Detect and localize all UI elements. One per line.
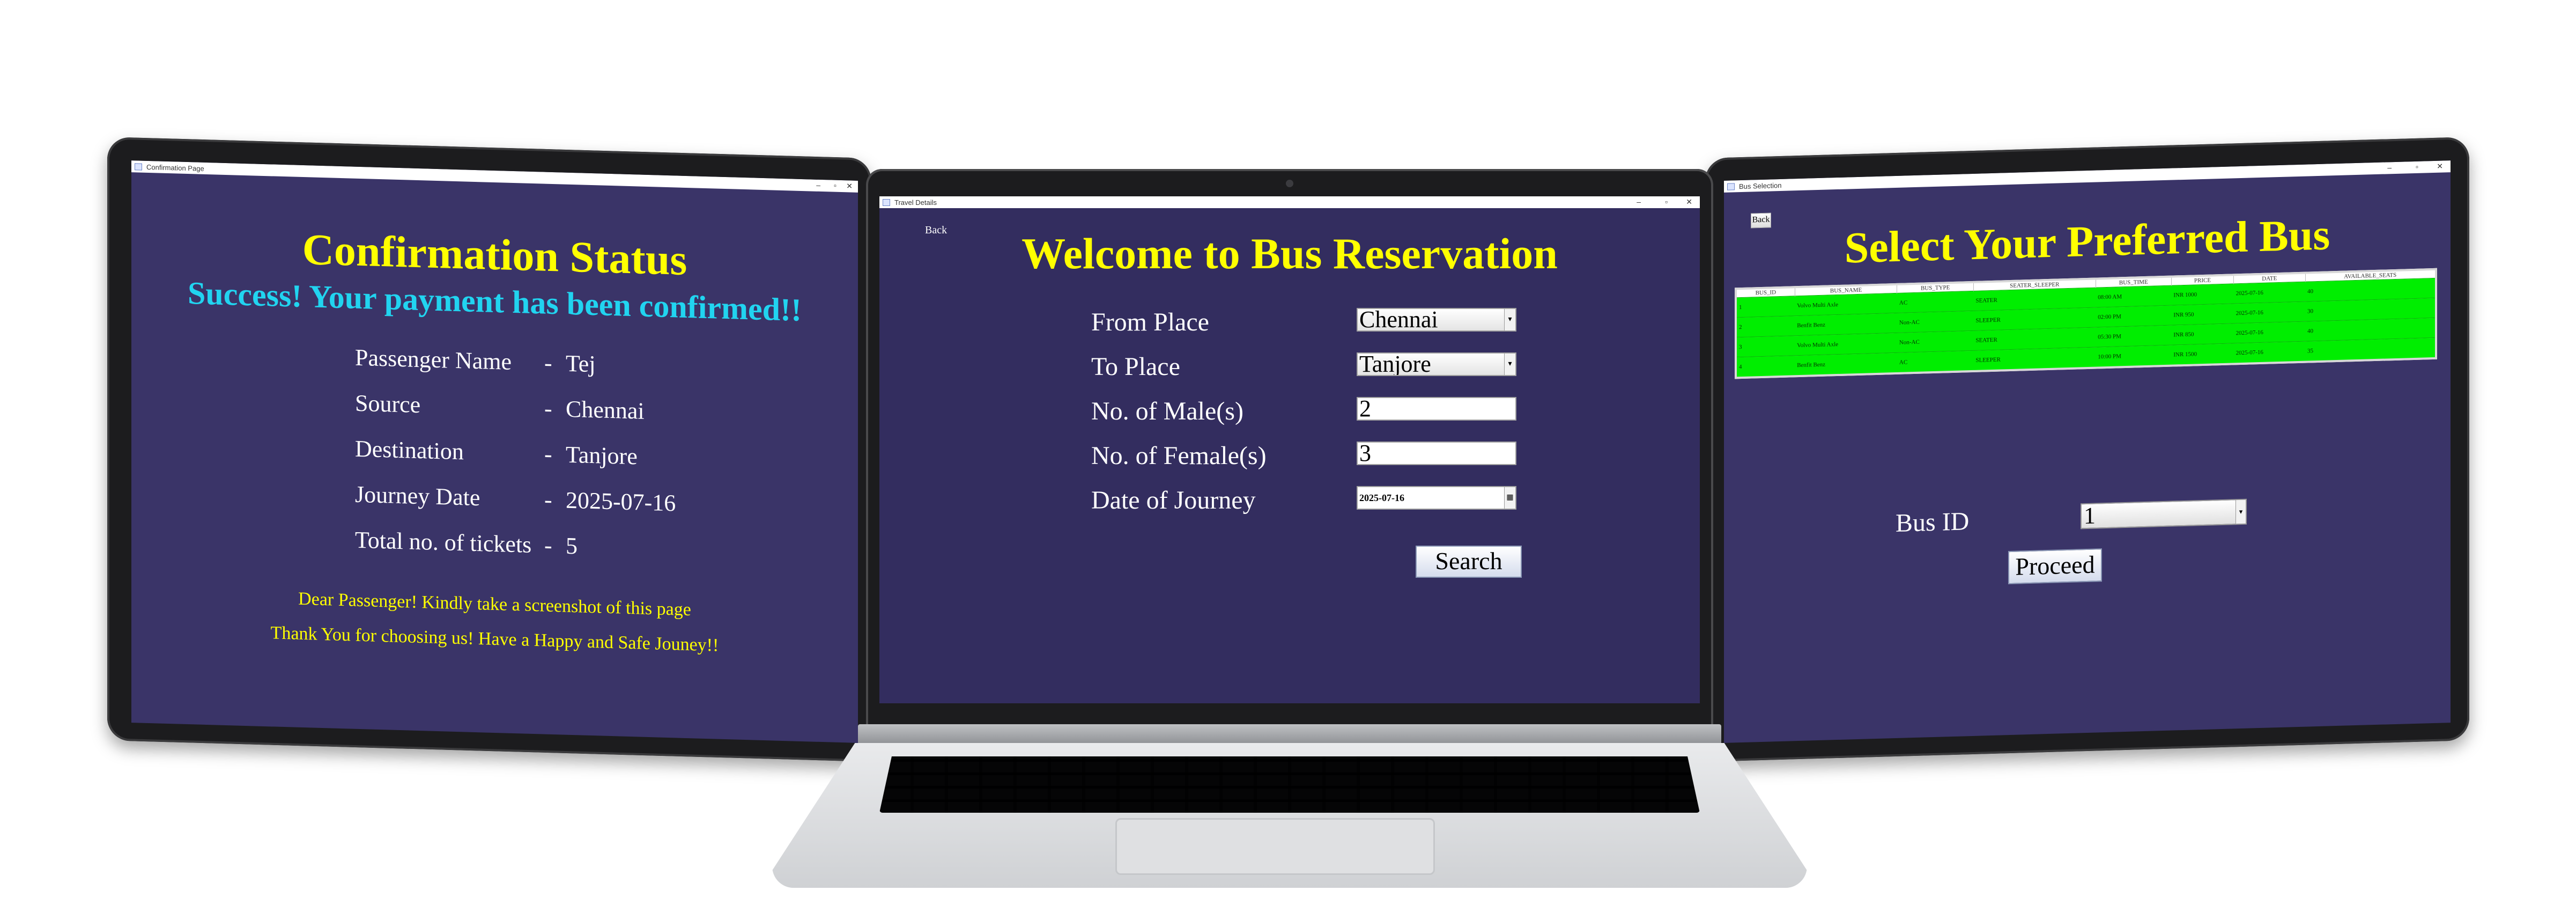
table-cell: SEATER [1973, 288, 2096, 311]
minimize-icon[interactable]: – [1637, 197, 1641, 206]
table-cell: 2025-07-16 [2233, 321, 2305, 343]
maximize-icon[interactable]: ▫ [1665, 197, 1668, 206]
from-place-select[interactable]: Chennai ▾ [1357, 308, 1516, 332]
field-label: Destination [355, 435, 464, 465]
table-cell: 3 [1736, 335, 1795, 357]
female-count-label: No. of Female(s) [1091, 442, 1267, 470]
table-cell: INR 1500 [2171, 343, 2234, 366]
maximize-icon[interactable]: ▫ [2416, 163, 2418, 171]
field-label: Passenger Name [355, 344, 512, 375]
screenshot-note: Dear Passenger! Kindly take a screenshot… [298, 588, 691, 620]
table-cell: 2 [1736, 315, 1795, 337]
table-cell: 2025-07-16 [2233, 282, 2305, 304]
laptop-hinge [858, 724, 1721, 745]
java-app-icon [883, 199, 890, 206]
from-place-value: Chennai [1359, 308, 1438, 332]
field-value: Chennai [566, 395, 645, 424]
from-place-label: From Place [1091, 308, 1209, 336]
field-separator: - [544, 532, 552, 558]
female-count-input[interactable]: 3 [1357, 442, 1516, 465]
calendar-icon[interactable]: ▦ [1504, 487, 1515, 509]
java-app-icon [1727, 183, 1735, 190]
select-bus-heading: Select Your Preferred Bus [1844, 210, 2330, 273]
bus-id-value: 1 [2084, 502, 2096, 529]
thank-you-note: Thank You for choosing us! Have a Happy … [270, 623, 719, 656]
male-count-input[interactable]: 2 [1357, 397, 1516, 421]
window-title: Travel Details [894, 198, 937, 207]
confirmation-window: Confirmation Page – ▫ ✕ Confirmation Sta… [131, 160, 858, 743]
table-cell: 35 [2305, 337, 2436, 362]
table-cell: 05:30 PM [2096, 325, 2172, 348]
minimize-icon[interactable]: – [816, 181, 820, 189]
field-label: Journey Date [355, 481, 480, 511]
welcome-heading: Welcome to Bus Reservation [1021, 229, 1558, 278]
table-cell: Benfit Benz [1795, 352, 1897, 377]
chevron-down-icon[interactable]: ▾ [2236, 499, 2246, 524]
webcam-icon [1286, 180, 1293, 187]
table-cell: Benfit Benz [1795, 313, 1897, 336]
bus-selection-window: Bus Selection – ▫ ✕ Back Select Your Pre… [1724, 160, 2451, 743]
field-separator: - [544, 486, 552, 513]
table-cell: 02:00 PM [2096, 305, 2172, 328]
maximize-icon[interactable]: ▫ [834, 181, 837, 190]
to-place-select[interactable]: Tanjore ▾ [1357, 352, 1516, 376]
close-icon[interactable]: ✕ [846, 181, 853, 190]
table-cell: AC [1897, 291, 1974, 313]
table-cell: INR 1000 [2171, 283, 2234, 306]
field-value: 2025-07-16 [566, 487, 676, 517]
table-cell: 4 [1736, 355, 1795, 378]
table-cell: AC [1897, 350, 1974, 373]
table-cell: 1 [1736, 296, 1795, 318]
table-cell: Volvo Multi Axle [1795, 333, 1897, 356]
laptop-keyboard [879, 756, 1700, 813]
table-cell: SLEEPER [1973, 307, 2096, 331]
laptop-trackpad [1115, 818, 1435, 875]
table-cell: Non-AC [1897, 330, 1974, 353]
minimize-icon[interactable]: – [2387, 163, 2392, 172]
field-separator: - [544, 440, 552, 467]
journey-date-value: 2025-07-16 [1359, 492, 1404, 503]
to-place-value: Tanjore [1359, 352, 1431, 376]
bus-id-select[interactable]: 1 ▾ [2081, 498, 2247, 529]
close-icon[interactable]: ✕ [2437, 161, 2443, 171]
chevron-down-icon[interactable]: ▾ [1504, 309, 1515, 330]
table-cell: 08:00 AM [2096, 285, 2172, 308]
field-value: 5 [566, 532, 578, 560]
table-cell: SLEEPER [1973, 347, 2096, 371]
search-button[interactable]: Search [1416, 546, 1522, 578]
travel-details-titlebar: Travel Details – ▫ ✕ [879, 196, 1700, 208]
journey-date-label: Date of Journey [1091, 486, 1256, 514]
bus-table: BUS_ID BUS_NAME BUS_TYPE SEATER_SLEEPER … [1735, 268, 2437, 379]
java-app-icon [135, 163, 142, 171]
travel-details-window: Travel Details – ▫ ✕ Back Welcome to Bus… [879, 196, 1700, 703]
table-cell: Non-AC [1897, 311, 1974, 333]
proceed-button[interactable]: Proceed [2008, 548, 2102, 585]
field-label: Source [355, 389, 421, 418]
field-value: Tanjore [566, 441, 638, 470]
bus-id-label: Bus ID [1896, 507, 1970, 538]
journey-date-picker[interactable]: 2025-07-16 ▦ [1357, 486, 1516, 510]
window-title: Bus Selection [1739, 181, 1782, 191]
table-cell: SEATER [1973, 327, 2096, 351]
male-count-label: No. of Male(s) [1091, 397, 1243, 425]
field-label: Total no. of tickets [355, 526, 532, 558]
table-cell: INR 850 [2171, 323, 2234, 345]
field-separator: - [544, 349, 552, 376]
chevron-down-icon[interactable]: ▾ [1504, 354, 1515, 375]
table-cell: Volvo Multi Axle [1795, 293, 1897, 316]
window-title: Confirmation Page [146, 163, 204, 173]
field-value: Tej [566, 350, 596, 378]
table-cell: 10:00 PM [2096, 345, 2172, 368]
table-cell: INR 950 [2171, 303, 2234, 326]
table-cell: 2025-07-16 [2233, 341, 2305, 364]
field-separator: - [544, 395, 552, 422]
close-icon[interactable]: ✕ [1686, 197, 1692, 207]
to-place-label: To Place [1091, 352, 1180, 381]
table-cell: 2025-07-16 [2233, 301, 2305, 323]
